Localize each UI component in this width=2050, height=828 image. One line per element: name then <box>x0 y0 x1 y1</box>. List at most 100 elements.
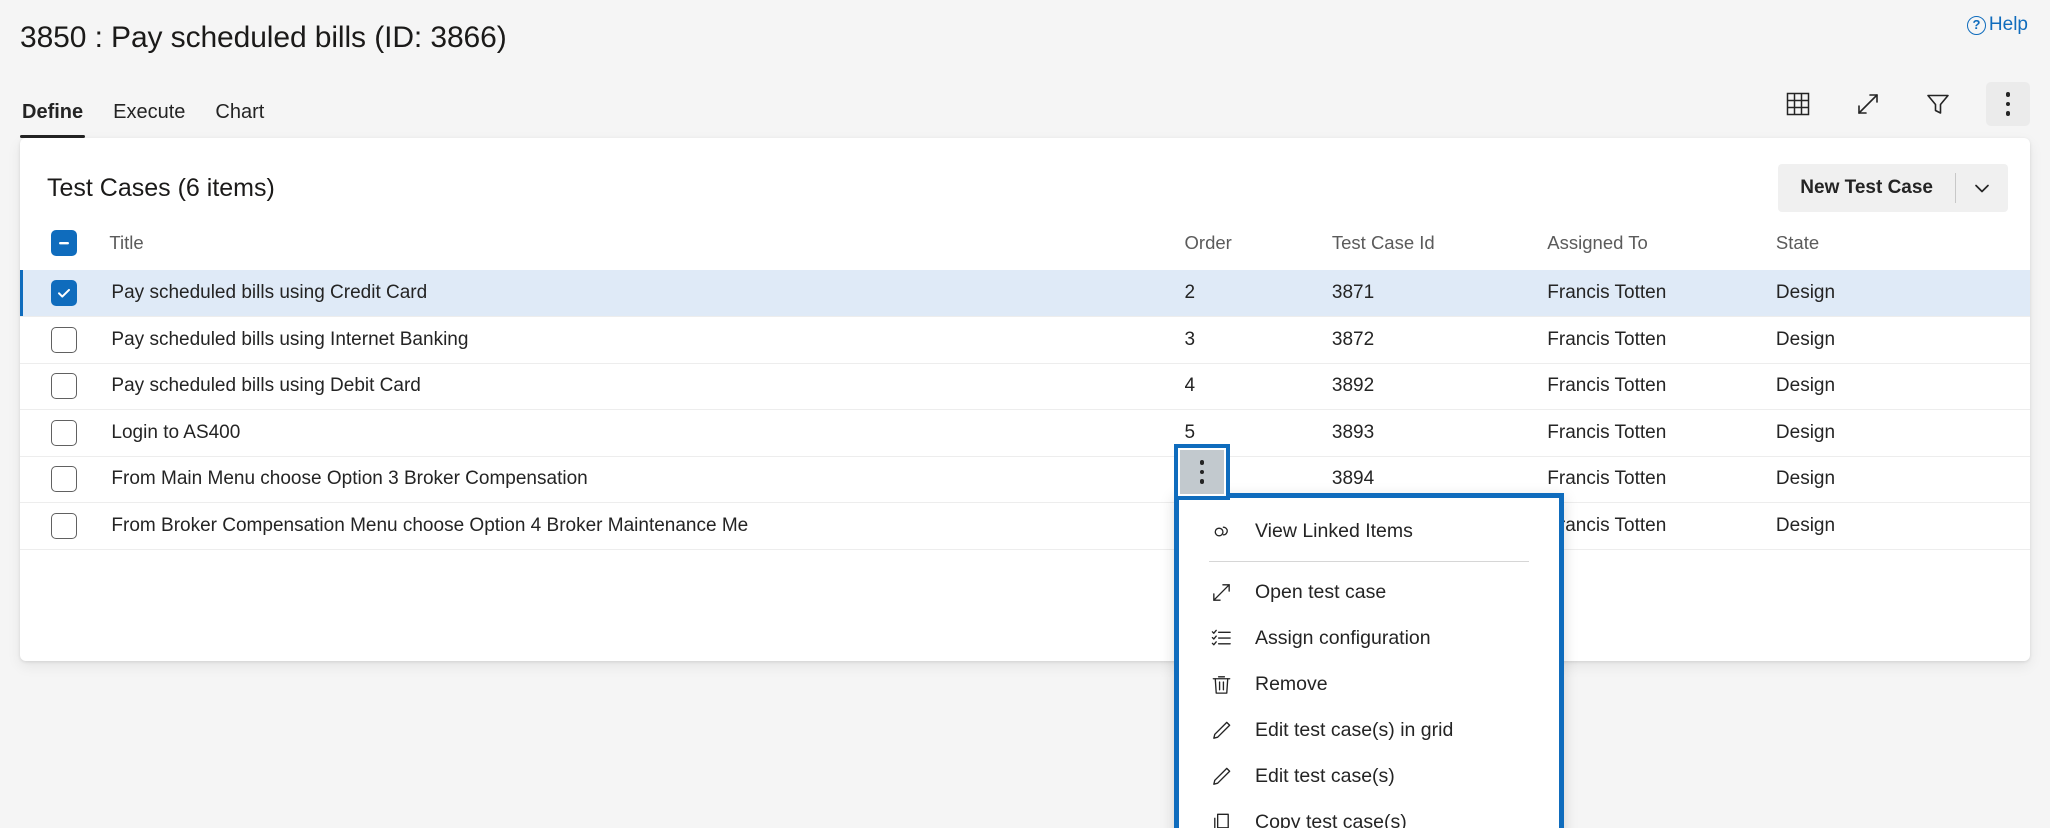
table-body: Pay scheduled bills using Credit Card 2 … <box>20 270 2030 550</box>
table-row[interactable]: Login to AS400 5 3893 Francis Totten Des… <box>20 409 2030 457</box>
help-link[interactable]: ? Help <box>1966 14 2028 36</box>
row-title: Pay scheduled bills using Internet Banki… <box>111 328 469 350</box>
row-title: Pay scheduled bills using Credit Card <box>111 282 428 303</box>
row-checkbox[interactable] <box>20 512 108 539</box>
row-order: 3 <box>1184 316 1332 364</box>
row-state: Design <box>1775 363 2030 410</box>
pencil-icon <box>1209 718 1233 742</box>
filter-icon[interactable] <box>1916 82 1960 126</box>
row-assigned-to: Francis Totten <box>1547 456 1776 503</box>
row-state: Design <box>1775 270 2030 317</box>
checkbox-checked-icon <box>51 280 77 306</box>
row-select-cell[interactable] <box>20 363 110 410</box>
checkbox-indeterminate-icon <box>51 230 77 256</box>
column-header-assigned-to[interactable]: Assigned To <box>1547 222 1776 270</box>
tab-execute[interactable]: Execute <box>111 93 187 138</box>
page-title: 3850 : Pay scheduled bills (ID: 3866) <box>20 21 507 54</box>
menu-item-copy-test-cases[interactable]: Copy test case(s) <box>1179 799 1559 828</box>
row-title: Login to AS400 <box>111 421 241 443</box>
row-state: Design <box>1775 456 2030 503</box>
row-title-cell: Pay scheduled bills using Credit Card <box>109 270 1185 317</box>
row-checkbox[interactable] <box>20 373 108 400</box>
card-title: Test Cases (6 items) <box>47 173 275 202</box>
row-context-menu: View Linked Items Open test case Assign … <box>1174 493 1564 828</box>
new-test-case-split-button[interactable]: New Test Case <box>1778 164 2008 212</box>
menu-item-label: View Linked Items <box>1255 519 1413 542</box>
row-select-cell[interactable] <box>20 316 110 364</box>
test-cases-table: Title Order Test Case Id Assigned To Sta… <box>20 222 2030 550</box>
menu-item-label: Edit test case(s) in grid <box>1255 718 1454 741</box>
row-assigned-to: Francis Totten <box>1547 409 1776 457</box>
trash-icon <box>1209 672 1233 696</box>
toolbar <box>1776 82 2030 126</box>
row-state: Design <box>1775 316 2030 364</box>
row-more-options-button[interactable] <box>1174 444 1230 500</box>
menu-item-label: Remove <box>1255 672 1328 695</box>
new-test-case-button[interactable]: New Test Case <box>1778 164 1955 212</box>
tab-chart[interactable]: Chart <box>213 93 266 138</box>
column-header-test-case-id[interactable]: Test Case Id <box>1332 222 1547 270</box>
checkbox-unchecked-icon <box>51 512 77 539</box>
help-label: Help <box>1988 14 2028 35</box>
row-title: Pay scheduled bills using Debit Card <box>111 375 421 397</box>
pencil-icon <box>1209 764 1233 788</box>
row-select-cell[interactable] <box>20 456 110 503</box>
test-cases-card: Test Cases (6 items) New Test Case Title… <box>20 138 2030 828</box>
menu-item-assign-configuration[interactable]: Assign configuration <box>1179 615 1559 661</box>
row-checkbox[interactable] <box>20 419 108 446</box>
row-assigned-to: Francis Totten <box>1547 502 1776 550</box>
row-checkbox[interactable] <box>20 466 108 493</box>
table-header: Title Order Test Case Id Assigned To Sta… <box>20 222 2030 270</box>
menu-item-remove[interactable]: Remove <box>1179 661 1559 707</box>
row-title: From Main Menu choose Option 3 Broker Co… <box>111 468 588 490</box>
column-header-state[interactable]: State <box>1776 222 2030 270</box>
menu-item-open-test-case[interactable]: Open test case <box>1179 569 1559 615</box>
row-test-case-id: 3893 <box>1331 409 1548 457</box>
select-all-header <box>20 222 109 270</box>
menu-item-view-linked-items[interactable]: View Linked Items <box>1179 508 1559 554</box>
row-select-cell[interactable] <box>20 502 110 550</box>
checkbox-unchecked-icon <box>51 373 77 400</box>
menu-item-edit-test-cases[interactable]: Edit test case(s) <box>1179 753 1559 799</box>
checkbox-unchecked-icon <box>51 326 77 353</box>
row-checkbox[interactable] <box>20 280 108 306</box>
row-test-case-id: 3871 <box>1331 270 1548 317</box>
row-title-cell: Pay scheduled bills using Internet Banki… <box>109 316 1185 364</box>
row-select-cell[interactable] <box>20 409 110 457</box>
grid-view-icon[interactable] <box>1776 82 1820 126</box>
row-title-cell: From Main Menu choose Option 3 Broker Co… <box>109 456 1185 503</box>
row-title-cell: Pay scheduled bills using Debit Card <box>109 363 1185 410</box>
menu-item-label: Copy test case(s) <box>1255 810 1407 828</box>
copy-icon <box>1209 810 1233 828</box>
row-assigned-to: Francis Totten <box>1547 270 1776 317</box>
column-header-order[interactable]: Order <box>1185 222 1332 270</box>
menu-separator <box>1209 561 1529 562</box>
checkbox-unchecked-icon <box>51 419 77 446</box>
tab-define[interactable]: Define <box>20 93 86 138</box>
table-row[interactable]: Pay scheduled bills using Credit Card 2 … <box>20 270 2030 317</box>
column-header-title[interactable]: Title <box>109 222 1184 270</box>
row-select-cell[interactable] <box>20 270 110 317</box>
chevron-down-icon[interactable] <box>1956 164 2008 212</box>
row-order: 4 <box>1184 363 1332 410</box>
row-title: From Broker Compensation Menu choose Opt… <box>111 514 749 536</box>
expand-icon[interactable] <box>1846 82 1890 126</box>
row-state: Design <box>1775 409 2030 457</box>
page-header: 3850 : Pay scheduled bills (ID: 3866) ? … <box>0 0 2050 138</box>
select-all-checkbox[interactable] <box>20 230 108 256</box>
checklist-icon <box>1209 626 1233 650</box>
row-more-options-icon <box>1180 450 1224 494</box>
more-options-icon[interactable] <box>1986 82 2030 126</box>
row-test-case-id: 3892 <box>1331 363 1548 410</box>
table-row[interactable]: From Main Menu choose Option 3 Broker Co… <box>20 456 2030 503</box>
table-row[interactable]: From Broker Compensation Menu choose Opt… <box>20 502 2030 550</box>
row-title-cell: Login to AS400 <box>109 409 1185 457</box>
menu-item-label: Open test case <box>1255 580 1387 603</box>
row-state: Design <box>1775 502 2030 550</box>
table-row[interactable]: Pay scheduled bills using Debit Card 4 3… <box>20 363 2030 410</box>
row-test-case-id: 3872 <box>1331 316 1548 364</box>
tab-strip: Define Execute Chart <box>20 93 266 138</box>
table-row[interactable]: Pay scheduled bills using Internet Banki… <box>20 316 2030 364</box>
row-checkbox[interactable] <box>20 326 108 353</box>
menu-item-edit-test-cases-in-grid[interactable]: Edit test case(s) in grid <box>1179 707 1559 753</box>
